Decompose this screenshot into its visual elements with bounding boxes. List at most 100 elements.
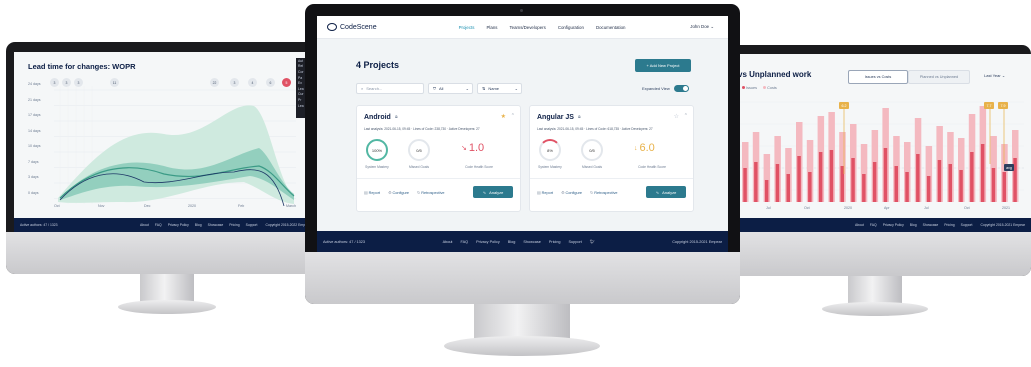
missed-goals-label: Missed Goals — [582, 165, 602, 169]
footer-link[interactable]: Blog — [195, 223, 202, 227]
footer-link[interactable]: Showcase — [523, 240, 541, 244]
project-name[interactable]: Angular JS — [537, 114, 574, 121]
sort-select[interactable]: ⇅ Name ⌄ — [477, 83, 522, 94]
footer-link[interactable]: Privacy Policy — [883, 223, 904, 227]
y-tick-label: 10 days — [28, 144, 41, 148]
issue-bar — [862, 174, 866, 202]
analyze-button[interactable]: ∿ Analyze — [646, 186, 686, 198]
report-button[interactable]: ▤ Report — [364, 190, 380, 195]
report-button[interactable]: ▤ Report — [537, 190, 553, 195]
y-tick-label: 21 days — [28, 97, 41, 102]
footer-link[interactable]: Blog — [508, 240, 516, 244]
footer-link[interactable]: Blog — [910, 223, 917, 227]
footer-link[interactable]: About — [140, 223, 149, 227]
badge-7-7-label: 7.7 — [987, 104, 992, 108]
issue-bar — [883, 148, 888, 202]
avg-badge: avg — [1004, 164, 1014, 171]
badge-7-9: 7.9 — [998, 102, 1008, 109]
project-name[interactable]: Android — [364, 114, 391, 121]
configure-button-label: Configure — [392, 191, 409, 195]
chevron-down-icon: ⌄ — [710, 24, 714, 29]
avg-badge-label: avg — [1006, 166, 1012, 170]
issue-bar — [829, 150, 834, 202]
issue-bar — [916, 154, 920, 202]
center-screen: CodeScene Projects Plans Teams/Developers C… — [317, 16, 728, 252]
missed-goals-label: Missed Goals — [409, 165, 429, 169]
retrospective-button[interactable]: ↻ Retrospective — [590, 190, 617, 195]
twitter-icon[interactable]: 🐦︎ — [590, 239, 595, 244]
brand[interactable]: CodeScene — [327, 23, 377, 31]
pulse-icon: ∿ — [482, 189, 487, 195]
footer-link[interactable]: About — [443, 240, 453, 244]
nav-item-projects[interactable]: Projects — [459, 25, 475, 30]
configure-button[interactable]: ⚙ Configure — [561, 190, 582, 195]
star-icon[interactable]: ★ — [501, 113, 506, 120]
nav-item-configuration[interactable]: Configuration — [558, 25, 584, 30]
add-project-button[interactable]: + Add New Project — [635, 59, 691, 72]
tab-planned-unplanned[interactable]: Planned vs Unplanned — [908, 70, 970, 84]
footer-link[interactable]: Support — [961, 223, 973, 227]
analyze-label: Analyze — [662, 189, 677, 195]
y-tick-label: 0 days — [28, 190, 39, 195]
footer-link[interactable]: FAQ — [461, 240, 469, 244]
nav-item-teams-developers[interactable]: Teams/Developers — [509, 25, 545, 30]
issue-bar — [948, 164, 952, 202]
footer-link[interactable]: Showcase — [923, 223, 939, 227]
retrospective-button-label: Retrospective — [421, 191, 445, 195]
issue-bar — [991, 168, 996, 202]
copyright: Copyright 2015-2021 Empear — [672, 239, 722, 244]
nav-item-documentation[interactable]: Documentation — [596, 25, 626, 30]
footer-link[interactable]: Privacy Policy — [476, 240, 500, 244]
filter-select[interactable]: ⛉ All ⌄ — [428, 83, 473, 94]
y-tick-label: 24 days — [28, 82, 41, 86]
x-tick-label: Nov — [98, 204, 105, 208]
period-value: Last Year — [984, 73, 1001, 78]
star-icon[interactable]: ☆ — [674, 113, 679, 120]
report-button-label: Report — [368, 191, 381, 195]
nav-items: Projects Plans Teams/Developers Configurati… — [459, 25, 626, 30]
code-health-score: ↘ 1.0 — [461, 142, 484, 154]
user-menu[interactable]: John Doe ⌄ — [690, 24, 714, 30]
toggle-switch[interactable] — [673, 85, 689, 92]
footer-link[interactable]: FAQ — [870, 223, 877, 227]
y-tick-label: 3 days — [28, 175, 39, 179]
search-input[interactable]: ⌕ Search... — [356, 83, 424, 94]
trend-arrow-icon: ↘ — [461, 145, 467, 152]
copyright: Copyright 2015-2022 Empear — [265, 223, 310, 227]
filter-icon: ⛉ — [433, 86, 436, 91]
legend: Issues Costs — [742, 86, 777, 90]
active-authors: Active authors: 47 / 1323 — [20, 223, 58, 227]
divider — [530, 178, 693, 179]
top-nav: CodeScene Projects Plans Teams/Developers C… — [317, 16, 728, 39]
analyze-button[interactable]: ∿ Analyze — [473, 186, 513, 198]
nav-item-plans[interactable]: Plans — [486, 25, 497, 30]
footer-link[interactable]: Showcase — [208, 223, 224, 227]
x-tick-label: Oct — [804, 206, 810, 210]
collapse-icon[interactable]: ⌃ — [511, 113, 515, 119]
footer-link[interactable]: Pricing — [944, 223, 954, 227]
issue-bar — [959, 170, 963, 202]
footer-link[interactable]: FAQ — [155, 223, 162, 227]
period-select[interactable]: Last Year ⌄ — [984, 73, 1005, 78]
configure-button[interactable]: ⚙ Configure — [388, 190, 409, 195]
user-name: John Doe — [690, 24, 710, 29]
x-tick-label: Apr — [884, 206, 890, 210]
configure-button-label: Configure — [565, 191, 582, 195]
issue-bar — [872, 162, 877, 202]
footer-link[interactable]: Support — [569, 240, 582, 244]
retrospective-button[interactable]: ↻ Retrospective — [417, 190, 444, 195]
footer-link[interactable]: About — [855, 223, 864, 227]
collapse-icon[interactable]: ⌃ — [684, 113, 688, 119]
issue-bar — [775, 164, 780, 202]
footer-link[interactable]: Pricing — [229, 223, 239, 227]
tab-issues-costs[interactable]: Issues vs Costs — [848, 70, 908, 84]
filter-value: All — [439, 86, 444, 91]
code-health-score: ↓ 6.0 — [634, 142, 655, 154]
footer-link[interactable]: Support — [246, 223, 258, 227]
footer-link[interactable]: Pricing — [549, 240, 561, 244]
footer-link[interactable]: Privacy Policy — [168, 223, 189, 227]
lead-time-chart — [54, 86, 296, 206]
expanded-view-toggle[interactable]: Expanded View — [642, 85, 689, 92]
code-health-label: Code Health Score — [638, 165, 666, 169]
retrospective-button-label: Retrospective — [594, 191, 618, 195]
